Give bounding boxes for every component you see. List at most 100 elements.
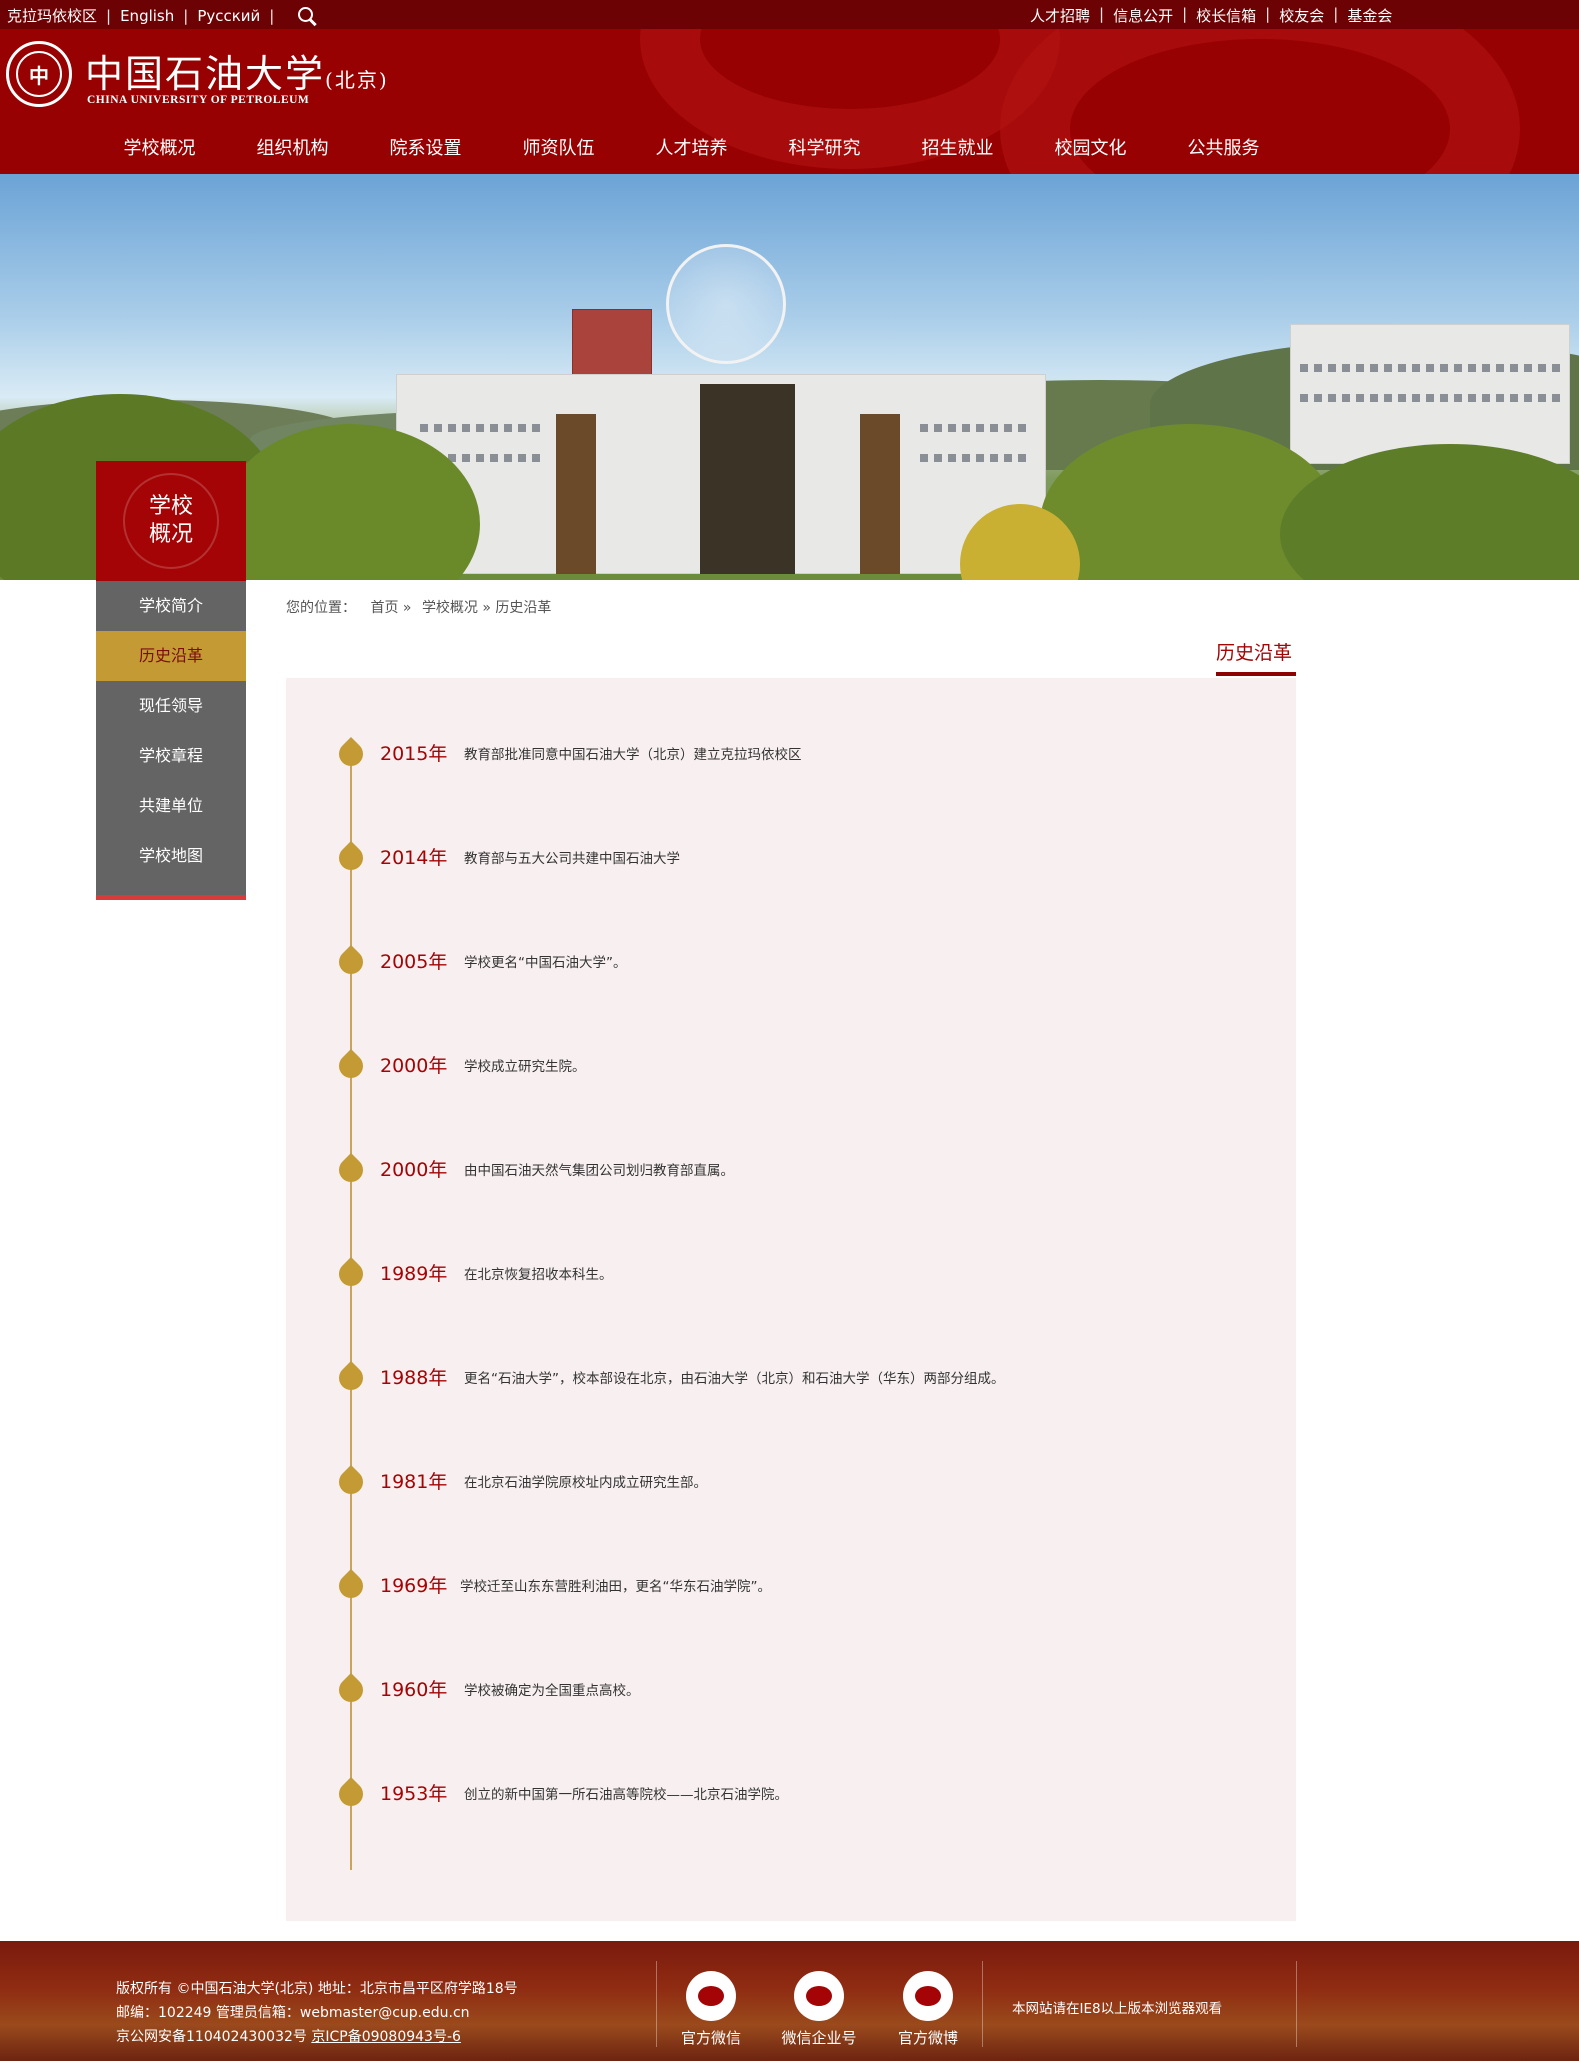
drop-marker-icon <box>336 836 366 872</box>
breadcrumb-home-link[interactable]: 首页 <box>370 600 398 616</box>
official-weibo[interactable]: 官方微博 <box>873 1971 983 2048</box>
side-menu-item-campus-map[interactable]: 学校地图 <box>96 831 246 881</box>
university-name-main: 中国石油大学 <box>85 52 326 96</box>
page-title: 历史沿革 <box>1216 642 1293 664</box>
breadcrumb-separator: » <box>482 600 491 616</box>
drop-marker-icon <box>336 1668 366 1704</box>
footer-icp-link[interactable]: 京ICP备09080943号-6 <box>311 2029 461 2045</box>
university-name-en: CHINA UNIVERSITY OF PETROLEUM <box>87 94 310 106</box>
campus-link-karamay[interactable]: 克拉玛依校区 <box>7 5 97 26</box>
timeline-text: 更名“石油大学”，校本部设在北京，由石油大学（北京）和石油大学（华东）两部分组成… <box>464 1371 1005 1387</box>
nav-item-research[interactable]: 科学研究 <box>758 134 891 160</box>
footer-copyright: 版权所有 ©中国石油大学(北京) 地址：北京市昌平区府学路18号 <box>116 1981 518 1997</box>
glass-facade <box>556 414 596 574</box>
timeline-year: 1988年 <box>380 1367 448 1389</box>
top-link-recruitment[interactable]: 人才招聘 <box>1030 5 1090 26</box>
nav-item-campus-culture[interactable]: 校园文化 <box>1024 134 1157 160</box>
breadcrumb: 您的位置： 首页 » 学校概况 » 历史沿革 <box>286 597 551 617</box>
timeline-item: 2015年 教育部批准同意中国石油大学（北京）建立克拉玛依校区 <box>336 730 802 770</box>
timeline-year: 2000年 <box>380 1055 448 1077</box>
breadcrumb-section-link[interactable]: 学校概况 <box>422 600 478 616</box>
timeline-text: 教育部批准同意中国石油大学（北京）建立克拉玛依校区 <box>464 747 802 763</box>
search-icon[interactable] <box>297 6 317 26</box>
footer-contact: 邮编：102249 管理员信箱：webmaster@cup.edu.cn <box>116 2005 470 2021</box>
nav-item-faculty[interactable]: 师资队伍 <box>492 134 625 160</box>
timeline-item: 1953年 创立的新中国第一所石油高等院校——北京石油学院。 <box>336 1770 788 1810</box>
side-menu-item-history[interactable]: 历史沿革 <box>96 631 246 681</box>
timeline-text: 学校迁至山东东营胜利油田，更名“华东石油学院”。 <box>460 1579 771 1595</box>
nav-item-education[interactable]: 人才培养 <box>625 134 758 160</box>
footer-divider <box>1296 1961 1297 2047</box>
footer-divider <box>982 1961 983 2047</box>
official-wechat[interactable]: 官方微信 <box>656 1971 766 2048</box>
timeline-item: 1960年 学校被确定为全国重点高校。 <box>336 1666 640 1706</box>
top-link-president-mailbox[interactable]: 校长信箱 <box>1196 5 1256 26</box>
timeline-year: 2000年 <box>380 1159 448 1181</box>
page-title-underline <box>1216 672 1296 676</box>
timeline-text: 在北京石油学院原校址内成立研究生部。 <box>464 1475 707 1491</box>
timeline-item: 2014年 教育部与五大公司共建中国石油大学 <box>336 834 680 874</box>
nav-item-overview[interactable]: 学校概况 <box>93 134 226 160</box>
drop-marker-icon <box>336 732 366 768</box>
window-row <box>920 454 1030 462</box>
dome-structure <box>666 244 786 364</box>
weibo-icon <box>903 1971 953 2021</box>
drop-marker-icon <box>336 940 366 976</box>
separator: | <box>183 6 189 25</box>
timeline-year: 2015年 <box>380 743 448 765</box>
glass-facade <box>700 384 795 574</box>
timeline-text: 在北京恢复招收本科生。 <box>464 1267 613 1283</box>
drop-marker-icon <box>336 1148 366 1184</box>
side-menu-item-charter[interactable]: 学校章程 <box>96 731 246 781</box>
wechat-enterprise[interactable]: 微信企业号 <box>764 1971 874 2048</box>
university-emblem-logo[interactable]: 中 <box>6 41 72 107</box>
lang-russian-link[interactable]: Русский <box>197 7 260 25</box>
nav-item-admissions[interactable]: 招生就业 <box>891 134 1024 160</box>
nav-item-departments[interactable]: 院系设置 <box>359 134 492 160</box>
window-row <box>1300 394 1560 402</box>
section-title-block: 学校 概况 <box>96 461 246 581</box>
side-menu-item-partners[interactable]: 共建单位 <box>96 781 246 831</box>
site-header: 中 中国石油大学(北京) CHINA UNIVERSITY OF PETROLE… <box>0 29 1579 174</box>
timeline-text: 学校被确定为全国重点高校。 <box>464 1683 640 1699</box>
drop-marker-icon <box>336 1564 366 1600</box>
timeline-year: 1953年 <box>380 1783 448 1805</box>
separator: | <box>106 6 112 25</box>
emblem-glyph: 中 <box>16 51 62 97</box>
breadcrumb-separator: » <box>402 600 412 616</box>
side-menu-item-leadership[interactable]: 现任领导 <box>96 681 246 731</box>
side-menu-bottom-bar <box>96 895 246 900</box>
timeline-year: 1989年 <box>380 1263 448 1285</box>
wechat-enterprise-label: 微信企业号 <box>781 2029 857 2047</box>
separator: | <box>1265 5 1271 23</box>
university-name-cn[interactable]: 中国石油大学(北京) <box>85 43 389 98</box>
timeline-text: 由中国石油天然气集团公司划归教育部直属。 <box>464 1163 734 1179</box>
timeline-year: 1981年 <box>380 1471 448 1493</box>
timeline-item: 1989年 在北京恢复招收本科生。 <box>336 1250 613 1290</box>
section-title-line1: 学校 <box>148 494 193 519</box>
nav-item-organization[interactable]: 组织机构 <box>226 134 359 160</box>
top-link-foundation[interactable]: 基金会 <box>1347 5 1392 26</box>
timeline-year: 1960年 <box>380 1679 448 1701</box>
side-menu-item-introduction[interactable]: 学校简介 <box>96 581 246 631</box>
top-link-info-disclosure[interactable]: 信息公开 <box>1113 5 1173 26</box>
drop-marker-icon <box>336 1252 366 1288</box>
footer-police-record: 京公网安备110402430032号 <box>116 2029 307 2045</box>
separator: | <box>1099 5 1105 23</box>
site-footer: 版权所有 ©中国石油大学(北京) 地址：北京市昌平区府学路18号 邮编：1022… <box>0 1941 1579 2061</box>
timeline-item: 1988年 更名“石油大学”，校本部设在北京，由石油大学（北京）和石油大学（华东… <box>336 1354 1005 1394</box>
side-menu-spacer <box>96 881 246 895</box>
drop-marker-icon <box>336 1044 366 1080</box>
university-name-suffix: (北京) <box>325 68 389 92</box>
drop-marker-icon <box>336 1356 366 1392</box>
separator: | <box>269 6 275 25</box>
top-link-alumni[interactable]: 校友会 <box>1279 5 1324 26</box>
timeline-text: 教育部与五大公司共建中国石油大学 <box>464 851 680 867</box>
lang-english-link[interactable]: English <box>120 7 174 25</box>
top-utility-bar: 克拉玛依校区 | English | Русский | 人才招聘 | 信息公开… <box>0 0 1579 29</box>
timeline-item: 1969年 学校迁至山东东营胜利油田，更名“华东石油学院”。 <box>336 1562 771 1602</box>
breadcrumb-current: 历史沿革 <box>495 600 552 616</box>
nav-item-public-services[interactable]: 公共服务 <box>1157 134 1290 160</box>
main-nav: 学校概况 组织机构 院系设置 师资队伍 人才培养 科学研究 招生就业 校园文化 … <box>93 134 1290 160</box>
wechat-icon <box>794 1971 844 2021</box>
